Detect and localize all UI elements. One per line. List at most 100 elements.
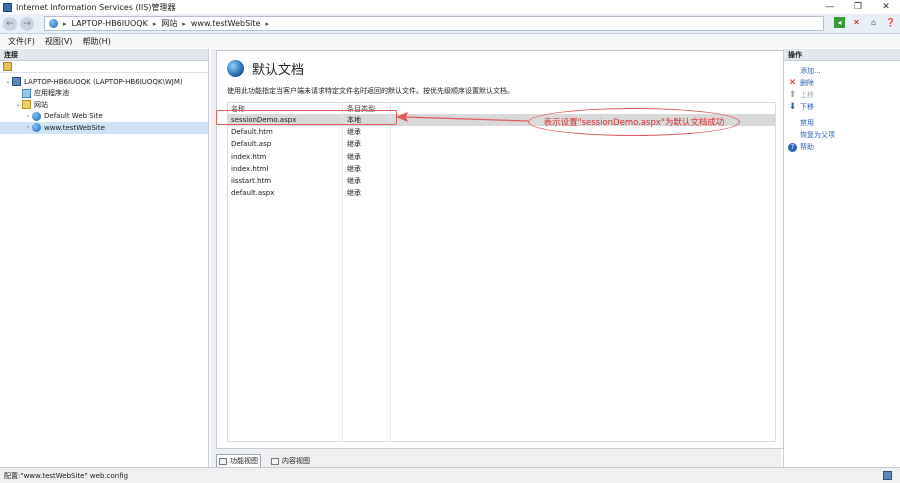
page-title: 默认文档 <box>252 63 305 78</box>
features-view-tab[interactable]: 功能视图 <box>216 454 261 468</box>
view-switcher: 功能视图 内容视图 <box>216 454 312 468</box>
back-button[interactable]: ← <box>3 16 17 31</box>
menu-help[interactable]: 帮助(H) <box>83 36 111 47</box>
close-button[interactable]: ✕ <box>872 0 900 14</box>
tree-item-sites[interactable]: ⌄ 网站 <box>0 99 208 111</box>
window-controls: — ❐ ✕ <box>816 0 900 14</box>
connect-wizard-icon[interactable] <box>3 62 12 71</box>
minimize-button[interactable]: — <box>816 0 844 14</box>
status-text: 配置:"www.testWebSite" web.config <box>4 471 129 480</box>
disable-spacer <box>788 119 797 128</box>
action-revert[interactable]: 恢复为父项 <box>784 129 900 141</box>
connections-pane: 连接 ⌄ LAPTOP-HB6IUOQK (LAPTOP-HB6IUOQK\WJ… <box>0 49 209 467</box>
tree-item-label: www.testWebSite <box>44 123 105 132</box>
breadcrumb-sites[interactable]: 网站 <box>161 18 177 29</box>
stop-icon[interactable]: ✕ <box>851 17 862 28</box>
address-bar: ← → ▸ LAPTOP-HB6IUOQK ▸ 网站 ▸ www.testWeb… <box>0 14 900 34</box>
document-name: Default.htm <box>231 128 273 137</box>
action-help[interactable]: ? 帮助 <box>784 141 900 153</box>
features-view-icon <box>219 457 227 465</box>
menu-file[interactable]: 文件(F) <box>8 36 35 47</box>
home-icon[interactable]: ⌂ <box>868 17 879 28</box>
table-row[interactable]: iisstart.htm 继承 <box>228 175 775 187</box>
action-add[interactable]: 添加... <box>784 65 900 77</box>
chevron-down-icon[interactable]: ⌄ <box>4 78 12 85</box>
actions-pane: 操作 添加... ✕ 删除 ⬆ 上移 ⬇ 下移 禁用 恢复为父项 ? 帮助 <box>783 49 900 467</box>
chevron-down-icon[interactable]: ⌄ <box>14 101 22 108</box>
title-bar: Internet Information Services (IIS)管理器 —… <box>0 0 900 14</box>
app-pool-icon <box>22 88 31 98</box>
annotation-callout: 表示设置"sessionDemo.aspx"为默认文档成功 <box>528 108 740 136</box>
action-revert-label: 恢复为父项 <box>800 131 835 139</box>
revert-spacer <box>788 131 797 140</box>
features-view-label: 功能视图 <box>230 457 258 465</box>
connect-icon[interactable]: ◂ <box>834 17 845 28</box>
chevron-right-icon[interactable]: › <box>24 113 32 120</box>
tree-item-default-web-site[interactable]: › Default Web Site <box>0 111 208 123</box>
iis-app-icon <box>3 2 12 12</box>
document-name: default.aspx <box>231 189 275 198</box>
arrow-up-icon: ⬆ <box>788 90 797 100</box>
actions-header: 操作 <box>784 49 900 61</box>
breadcrumb-server[interactable]: LAPTOP-HB6IUOQK <box>72 19 148 28</box>
feature-title: 默认文档 <box>227 59 304 78</box>
annotation-text: 表示设置"sessionDemo.aspx"为默认文档成功 <box>543 118 725 128</box>
action-add-label: 添加... <box>800 67 821 75</box>
globe-icon <box>32 123 41 133</box>
connections-tree: ⌄ LAPTOP-HB6IUOQK (LAPTOP-HB6IUOQK\WJM) … <box>0 73 208 134</box>
annotation-highlight-box <box>216 110 397 125</box>
globe-icon <box>227 60 244 77</box>
server-icon <box>12 77 21 87</box>
action-help-label: 帮助 <box>800 143 814 151</box>
entry-type: 继承 <box>347 177 361 186</box>
document-name: index.html <box>231 164 269 173</box>
tree-item-app-pools[interactable]: 应用程序池 <box>0 88 208 100</box>
table-row[interactable]: index.htm 继承 <box>228 151 775 163</box>
window-title: Internet Information Services (IIS)管理器 <box>16 2 176 12</box>
column-divider <box>342 103 343 443</box>
content-view-tab[interactable]: 内容视图 <box>269 454 312 468</box>
tree-item-testwebsite[interactable]: › www.testWebSite <box>0 122 208 134</box>
content-view-icon <box>271 457 279 465</box>
help-icon: ? <box>788 142 797 152</box>
folder-icon <box>22 100 31 110</box>
help-icon[interactable]: ❓ <box>885 17 896 28</box>
action-remove[interactable]: ✕ 删除 <box>784 77 900 89</box>
breadcrumb-site[interactable]: www.testWebSite <box>191 19 261 28</box>
content-view-label: 内容视图 <box>282 457 310 465</box>
default-document-list: 名称 条目类型 sessionDemo.aspx 本地 Default.htm … <box>227 102 776 443</box>
add-spacer <box>788 67 797 76</box>
menu-bar: 文件(F) 视图(V) 帮助(H) <box>0 34 900 48</box>
table-row[interactable]: default.aspx 继承 <box>228 187 775 199</box>
action-remove-label: 删除 <box>800 79 814 87</box>
server-status-icon <box>883 471 892 480</box>
breadcrumb[interactable]: ▸ LAPTOP-HB6IUOQK ▸ 网站 ▸ www.testWebSite… <box>44 16 824 31</box>
table-row[interactable]: index.html 继承 <box>228 163 775 175</box>
menu-view[interactable]: 视图(V) <box>45 36 73 47</box>
entry-type: 继承 <box>347 128 361 137</box>
breadcrumb-separator-icon: ▸ <box>182 19 186 28</box>
action-move-down-label: 下移 <box>800 103 814 111</box>
restore-button[interactable]: ❐ <box>844 0 872 14</box>
document-name: index.htm <box>231 152 267 161</box>
connections-toolbar <box>0 61 208 73</box>
entry-type: 继承 <box>347 140 361 149</box>
forward-button[interactable]: → <box>20 16 34 31</box>
tree-item-label: Default Web Site <box>44 112 103 121</box>
connections-header: 连接 <box>0 49 208 61</box>
table-row[interactable]: Default.asp 继承 <box>228 138 775 150</box>
entry-type: 继承 <box>347 164 361 173</box>
tree-item-label: 应用程序池 <box>34 89 69 98</box>
breadcrumb-separator-icon: ▸ <box>152 19 157 28</box>
chevron-right-icon[interactable]: › <box>24 124 32 131</box>
remove-icon: ✕ <box>788 78 797 88</box>
tree-item-server[interactable]: ⌄ LAPTOP-HB6IUOQK (LAPTOP-HB6IUOQK\WJM) <box>0 76 208 88</box>
feature-description: 使用此功能指定当客户端未请求特定文件名时返回的默认文件。按优先级顺序设置默认文档… <box>227 87 514 95</box>
action-disable[interactable]: 禁用 <box>784 117 900 129</box>
action-move-up[interactable]: ⬆ 上移 <box>784 89 900 101</box>
status-bar: 配置:"www.testWebSite" web.config <box>0 467 900 483</box>
action-disable-label: 禁用 <box>800 119 814 127</box>
globe-icon <box>32 111 41 121</box>
action-move-down[interactable]: ⬇ 下移 <box>784 101 900 113</box>
breadcrumb-separator-icon: ▸ <box>63 19 67 28</box>
